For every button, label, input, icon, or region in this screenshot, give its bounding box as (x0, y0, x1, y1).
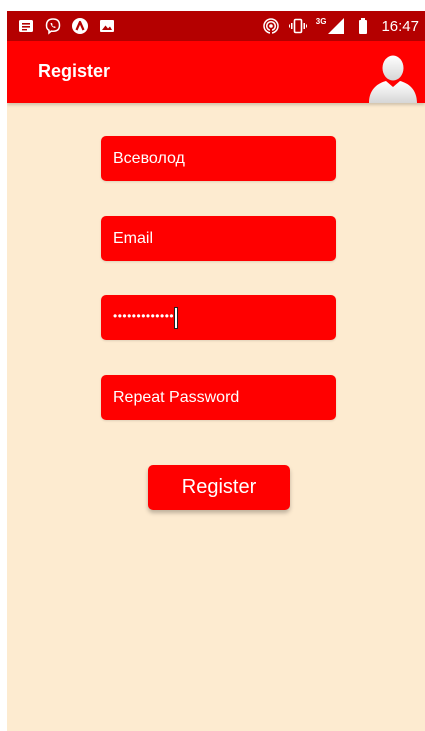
repeat-password-field[interactable]: Repeat Password (101, 375, 336, 420)
app-a-icon (71, 17, 89, 35)
password-masked-value: ••••••••••••• (113, 308, 175, 323)
status-clock: 16:47 (381, 17, 419, 35)
page-title: Register (38, 61, 111, 81)
status-bar-notifications (7, 17, 116, 35)
email-field[interactable]: Email (101, 216, 336, 261)
signal-icon (327, 17, 345, 35)
status-bar: 3G 16:47 (7, 11, 425, 41)
username-input-text: Всеволод (113, 149, 185, 167)
viber-icon (44, 17, 62, 35)
register-button[interactable]: Register (148, 465, 290, 510)
hotspot-icon (262, 17, 280, 35)
notes-icon (17, 17, 35, 35)
battery-icon (354, 17, 372, 35)
phone-screen: 3G 16:47 Register Всеволод Email •••••••… (7, 11, 425, 731)
status-bar-system: 3G 16:47 (262, 17, 425, 35)
vibrate-icon (288, 17, 307, 35)
password-field[interactable]: ••••••••••••• (101, 295, 336, 340)
app-bar: Register (7, 41, 425, 103)
repeat-password-placeholder: Repeat Password (113, 388, 240, 406)
user-avatar-icon[interactable] (367, 51, 419, 103)
network-type-label: 3G (315, 16, 327, 26)
email-placeholder: Email (113, 229, 154, 247)
image-icon (98, 17, 116, 35)
username-field[interactable]: Всеволод (101, 136, 336, 181)
text-cursor (175, 307, 178, 328)
